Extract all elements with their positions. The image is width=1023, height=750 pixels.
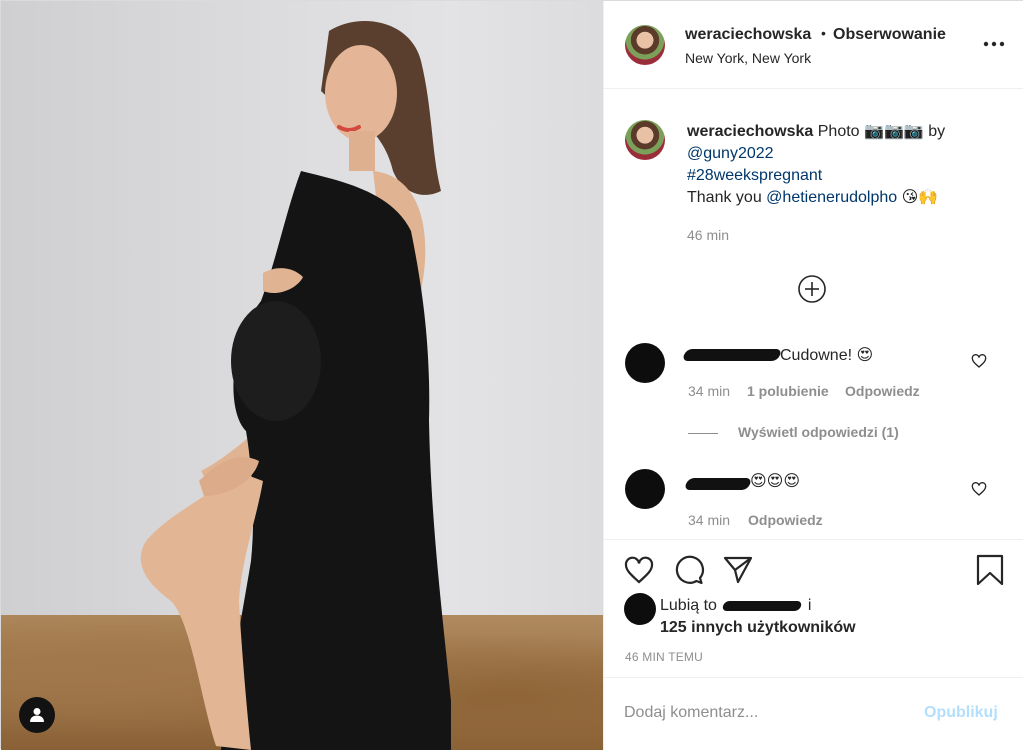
instagram-post: weraciechowska • Obserwowanie New York, … bbox=[0, 0, 1023, 750]
tagged-users-button[interactable] bbox=[19, 697, 55, 733]
comment-heart-icon[interactable] bbox=[971, 353, 987, 369]
actions-divider bbox=[604, 539, 1023, 540]
hashtag-link[interactable]: #28weekspregnant bbox=[687, 167, 822, 184]
likes-prefix: Lubią to bbox=[660, 597, 717, 614]
comment-text: 😍😍😍 bbox=[750, 473, 801, 490]
reply-button[interactable]: Odpowiedz bbox=[845, 383, 920, 399]
comment-input[interactable]: Dodaj komentarz... bbox=[624, 704, 924, 722]
replies-divider bbox=[688, 433, 718, 434]
caption-text: weraciechowska Photo 📷📷📷 by @guny2022 #2… bbox=[687, 121, 1007, 209]
post-photo[interactable] bbox=[1, 1, 603, 750]
thanks-mention[interactable]: @hetienerudolpho bbox=[766, 189, 897, 206]
heart-icon[interactable] bbox=[623, 554, 655, 586]
plus-circle-icon[interactable] bbox=[797, 274, 827, 304]
caption-by: by bbox=[928, 123, 946, 140]
bookmark-icon[interactable] bbox=[974, 554, 1006, 586]
likes-summary: Lubią to i bbox=[660, 597, 811, 615]
comment-time[interactable]: 34 min bbox=[688, 512, 730, 528]
comment-likes[interactable]: 1 polubienie bbox=[747, 383, 829, 399]
photo-subject bbox=[140, 21, 451, 750]
redacted-username bbox=[683, 478, 753, 490]
comment-time[interactable]: 34 min bbox=[688, 383, 730, 399]
reply-button[interactable]: Odpowiedz bbox=[748, 512, 823, 528]
photographer-mention[interactable]: @guny2022 bbox=[687, 145, 774, 162]
thanks-emoji: 😘🙌 bbox=[901, 189, 939, 206]
post-header: weraciechowska • Obserwowanie New York, … bbox=[604, 1, 1023, 89]
paper-plane-icon[interactable] bbox=[722, 554, 754, 586]
caption-photo-word: Photo bbox=[817, 123, 860, 140]
person-icon bbox=[30, 708, 44, 722]
post-location[interactable]: New York, New York bbox=[685, 50, 811, 66]
post-side-panel: weraciechowska • Obserwowanie New York, … bbox=[603, 1, 1023, 750]
post-timestamp[interactable]: 46 MIN TEMU bbox=[625, 650, 703, 664]
header-separator: • bbox=[821, 25, 826, 41]
following-button[interactable]: Obserwowanie bbox=[833, 26, 946, 44]
redacted-liker-name bbox=[722, 600, 803, 611]
redacted-username bbox=[681, 349, 783, 361]
likes-count-link[interactable]: 125 innych użytkowników bbox=[660, 619, 856, 637]
commenter-avatar[interactable] bbox=[625, 469, 665, 509]
likes-suffix: i bbox=[807, 597, 812, 614]
camera-emoji: 📷📷📷 bbox=[864, 123, 924, 140]
author-username[interactable]: weraciechowska bbox=[685, 26, 811, 44]
comment-bubble-icon[interactable] bbox=[673, 554, 705, 586]
comment-heart-icon[interactable] bbox=[971, 481, 987, 497]
liker-avatar[interactable] bbox=[624, 593, 656, 625]
comment-text: Cudowne! 😍 bbox=[780, 347, 874, 364]
view-replies-button[interactable]: Wyświetl odpowiedzi (1) bbox=[738, 424, 899, 440]
author-avatar[interactable] bbox=[625, 25, 665, 65]
caption-timestamp[interactable]: 46 min bbox=[687, 227, 729, 243]
commenter-avatar[interactable] bbox=[625, 343, 665, 383]
caption-username[interactable]: weraciechowska bbox=[687, 123, 813, 140]
caption-avatar[interactable] bbox=[625, 120, 665, 160]
more-dots-icon[interactable] bbox=[982, 37, 1006, 51]
caption-thanks: Thank you bbox=[687, 189, 762, 206]
publish-button[interactable]: Opublikuj bbox=[924, 704, 998, 722]
add-comment-bar: Dodaj komentarz... Opublikuj bbox=[604, 677, 1023, 750]
